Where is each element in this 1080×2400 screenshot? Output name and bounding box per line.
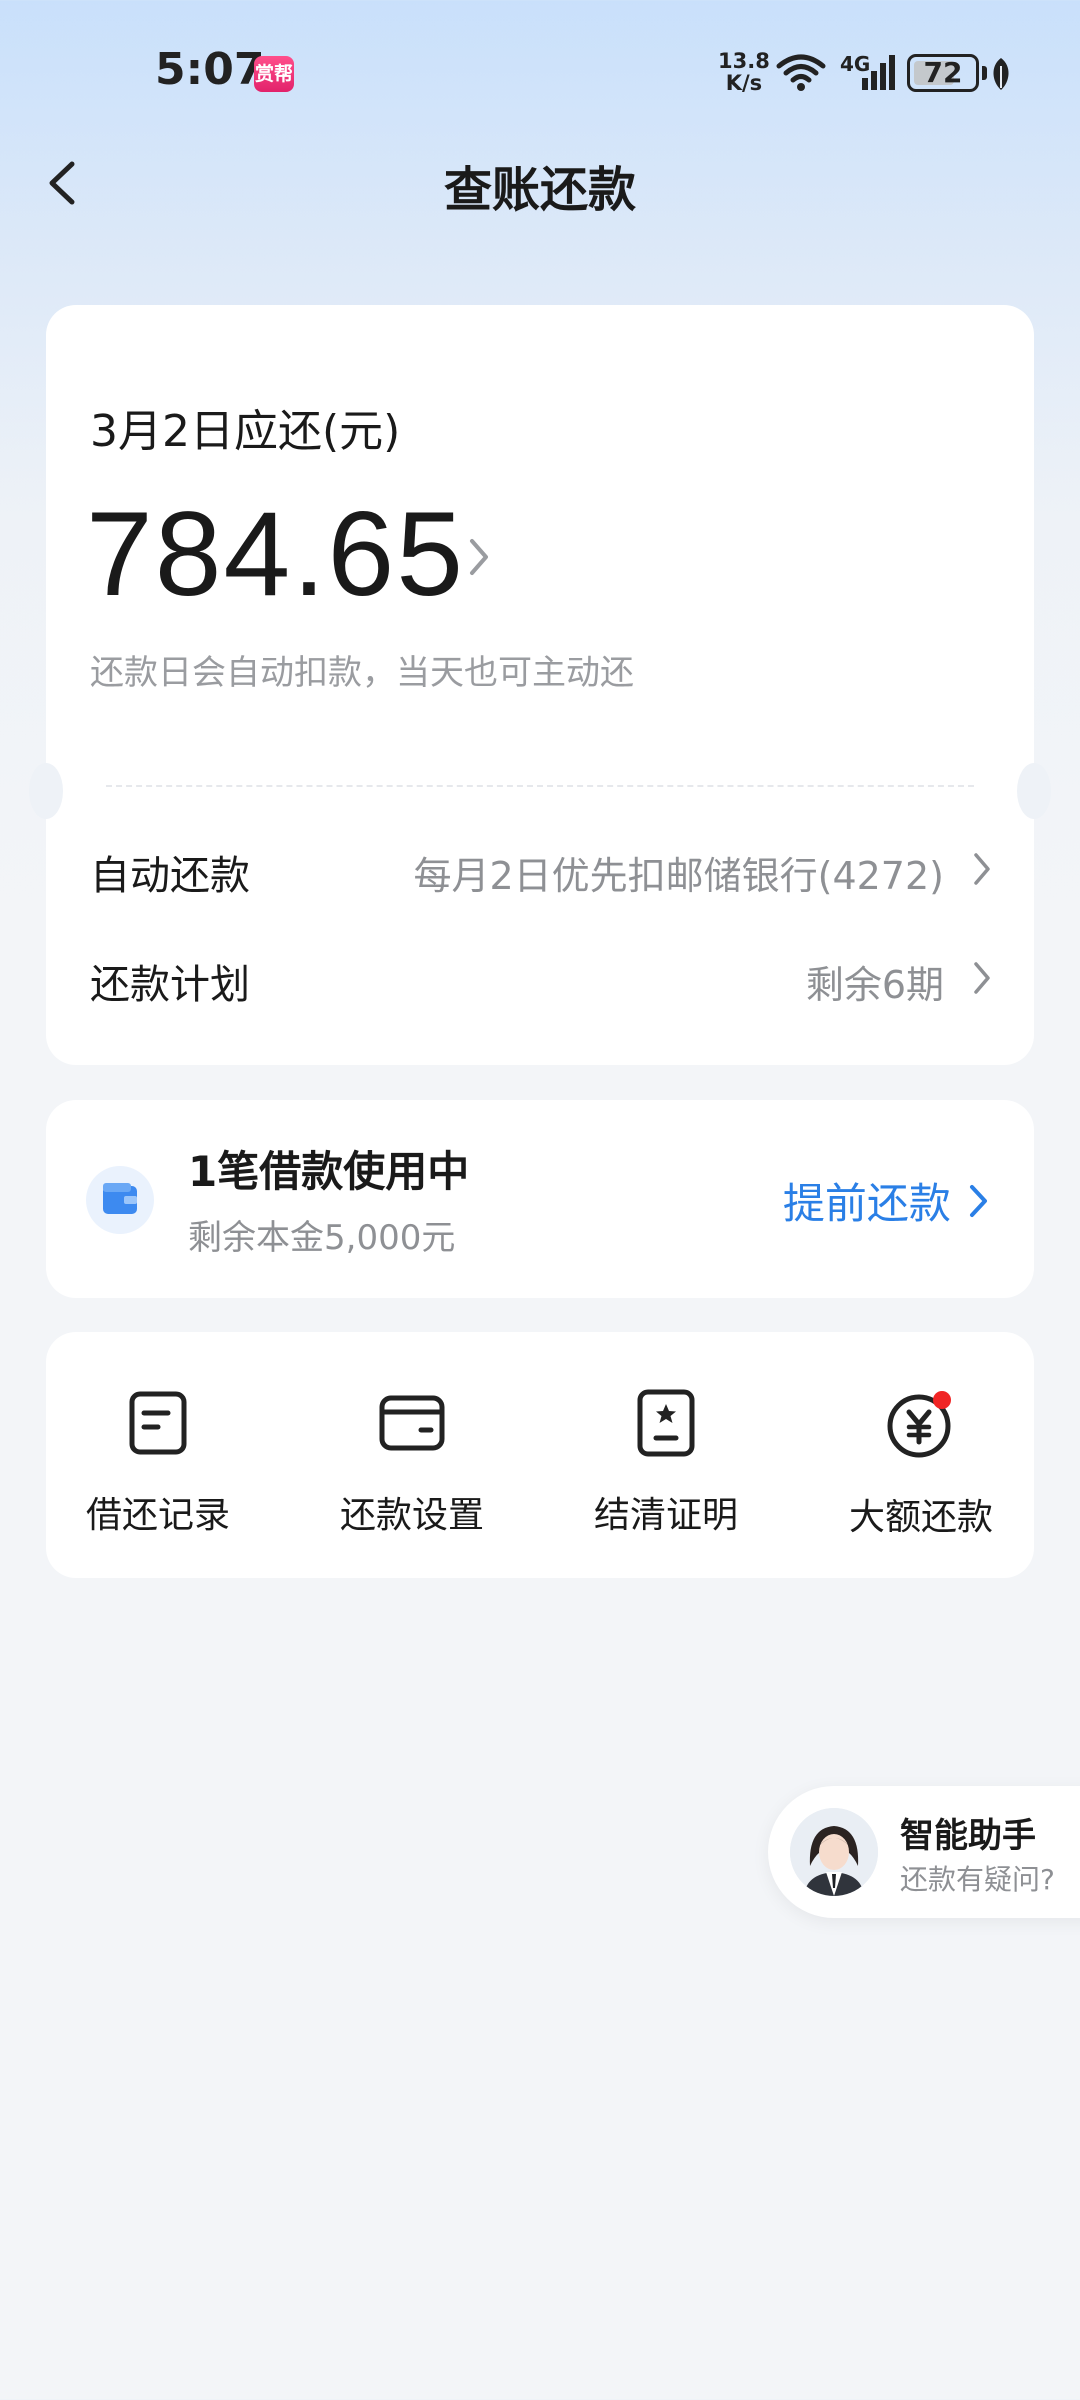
- repay-plan-value: 剩余6期: [805, 963, 944, 1007]
- wifi-icon: [776, 54, 826, 91]
- status-time: 5:07: [155, 44, 265, 95]
- action-repay-settings[interactable]: 还款设置: [312, 1388, 512, 1538]
- assistant-subtitle: 还款有疑问?: [900, 1863, 1055, 1896]
- chevron-right-icon: [974, 853, 990, 885]
- repay-plan-label: 还款计划: [90, 962, 250, 1008]
- action-large-repay[interactable]: 大额还款: [821, 1388, 1021, 1540]
- battery-tip: [982, 66, 987, 80]
- due-amount[interactable]: 784.65: [86, 485, 465, 623]
- document-icon: [129, 1391, 187, 1455]
- notification-dot: [933, 1391, 951, 1409]
- nav-bar: 查账还款: [0, 140, 1080, 220]
- action-label: 结清证明: [593, 1495, 738, 1536]
- chevron-right-icon: [974, 962, 990, 994]
- auto-repay-label: 自动还款: [90, 853, 250, 899]
- quick-actions-card: 借还记录 还款设置 结清证明 大额还款: [46, 1332, 1034, 1578]
- due-card: 3月2日应还(元) 784.65 还款日会自动扣款，当天也可主动还 自动还款 每…: [29, 305, 1051, 1065]
- smart-assistant-button[interactable]: 智能助手 还款有疑问?: [768, 1786, 1080, 1918]
- action-settlement-certificate[interactable]: 结清证明: [566, 1388, 766, 1538]
- due-note: 还款日会自动扣款，当天也可主动还: [90, 653, 634, 693]
- ticket-notch-right: [1017, 763, 1051, 819]
- signal-icon: [862, 55, 895, 90]
- certificate-icon: [637, 1389, 695, 1457]
- card-icon: [379, 1395, 445, 1451]
- network-speed-value: 13.8: [718, 49, 770, 73]
- app-notification-icon: 赏帮: [254, 56, 294, 92]
- wallet-icon: [86, 1166, 154, 1234]
- action-label: 大额还款: [848, 1497, 993, 1538]
- remaining-principal: 剩余本金5,000元: [188, 1218, 456, 1258]
- prepay-label: 提前还款: [782, 1179, 951, 1228]
- repay-plan-row[interactable]: 还款计划 剩余6期: [90, 942, 994, 1012]
- action-label: 还款设置: [339, 1495, 484, 1536]
- auto-repay-row[interactable]: 自动还款 每月2日优先扣邮储银行(4272): [90, 833, 994, 903]
- leaf-icon: [993, 58, 1009, 90]
- network-speed-unit: K/s: [725, 71, 763, 95]
- auto-repay-value: 每月2日优先扣邮储银行(4272): [413, 854, 944, 898]
- status-bar: 5:07 赏帮 13.8 K/s 4G 72: [0, 0, 1080, 150]
- due-date-label: 3月2日应还(元): [90, 406, 401, 457]
- loan-card: 1笔借款使用中 剩余本金5,000元 提前还款: [46, 1100, 1034, 1298]
- network-speed: 13.8 K/s: [718, 50, 770, 94]
- ticket-notch-left: [29, 763, 63, 819]
- prepay-button[interactable]: 提前还款: [783, 1170, 994, 1231]
- page-title: 查账还款: [443, 162, 636, 218]
- yuan-icon: [887, 1391, 951, 1458]
- assistant-title: 智能助手: [900, 1816, 1036, 1856]
- battery-icon: 72: [907, 54, 979, 92]
- chevron-right-icon: [970, 1184, 987, 1217]
- action-label: 借还记录: [85, 1495, 230, 1536]
- chevron-right-icon[interactable]: [464, 533, 494, 581]
- assistant-avatar: [790, 1808, 878, 1896]
- action-borrow-records[interactable]: 借还记录: [58, 1388, 258, 1538]
- loan-status-title: 1笔借款使用中: [188, 1147, 470, 1196]
- dashed-divider: [106, 785, 974, 787]
